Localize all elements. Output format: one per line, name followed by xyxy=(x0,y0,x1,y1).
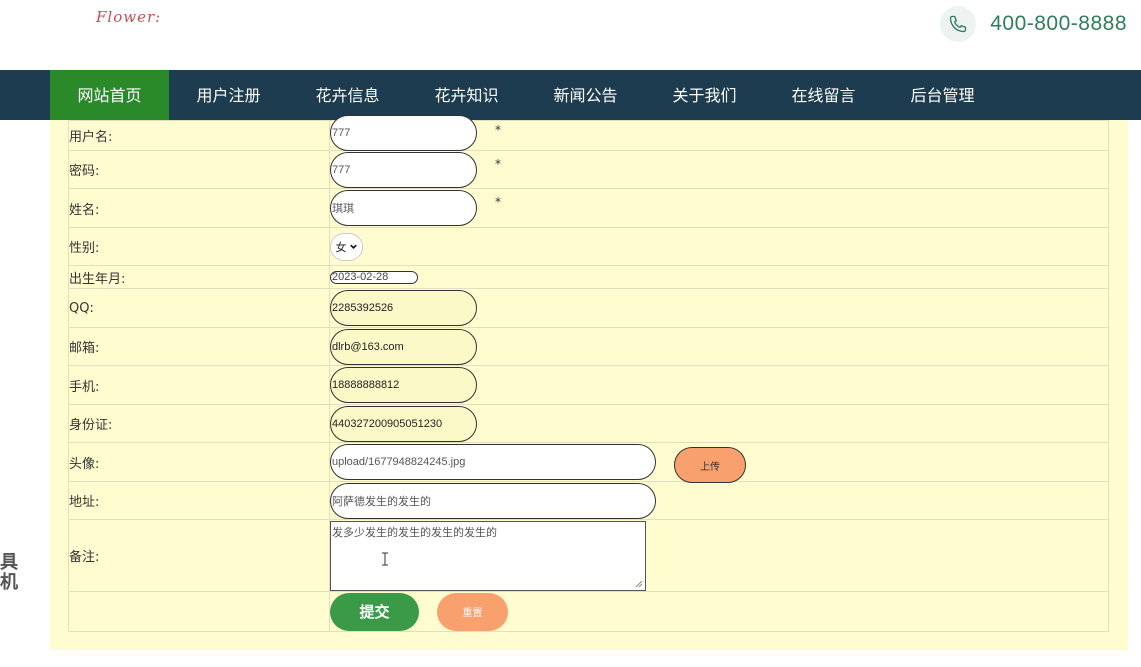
required-marker: * xyxy=(495,195,501,209)
notes-label: 备注: xyxy=(68,519,330,592)
birthdate-input[interactable]: 2023-02-28 xyxy=(330,270,418,284)
password-label: 密码: xyxy=(68,150,330,189)
nav-item-about[interactable]: 关于我们 xyxy=(645,70,764,120)
main-nav: 网站首页 用户注册 花卉信息 花卉知识 新闻公告 关于我们 在线留言 后台管理 xyxy=(0,70,1141,120)
mobile-label: 手机: xyxy=(68,365,330,405)
username-label: 用户名: xyxy=(68,120,330,151)
required-marker: * xyxy=(495,157,501,171)
name-input[interactable]: 琪琪 xyxy=(330,190,477,226)
mobile-input[interactable]: 18888888812 xyxy=(330,367,477,403)
phone-icon xyxy=(940,6,977,42)
register-form-panel: 用户名: 777 * 密码: 777 * 姓名: 琪琪 * 性别: 女 出生年月… xyxy=(50,115,1128,650)
register-form: 用户名: 777 * 密码: 777 * 姓名: 琪琪 * 性别: 女 出生年月… xyxy=(68,115,1109,632)
avatar-path-input[interactable]: upload/1677948824245.jpg xyxy=(330,444,656,480)
gender-label: 性别: xyxy=(68,227,330,266)
email-input[interactable]: dlrb@163.com xyxy=(330,328,477,365)
nav-item-news[interactable]: 新闻公告 xyxy=(526,70,645,120)
name-label: 姓名: xyxy=(68,188,330,228)
site-logo[interactable]: Flower: xyxy=(96,8,161,26)
submit-button[interactable]: 提交 xyxy=(330,592,419,631)
nav-item-register[interactable]: 用户注册 xyxy=(169,70,288,120)
nav-item-message[interactable]: 在线留言 xyxy=(764,70,883,120)
chevron-down-icon xyxy=(349,244,357,249)
password-input[interactable]: 777 xyxy=(330,151,477,188)
birthdate-label: 出生年月: xyxy=(68,265,330,289)
qq-input[interactable]: 2285392526 xyxy=(330,290,477,326)
reset-button[interactable]: 重置 xyxy=(437,592,508,631)
address-label: 地址: xyxy=(68,481,330,520)
notes-textarea[interactable]: 发多少发生的发生的发生的发生的 xyxy=(330,520,646,591)
nav-item-flower-info[interactable]: 花卉信息 xyxy=(288,70,407,120)
resize-grip-icon[interactable] xyxy=(635,580,643,588)
phone-contact: 400-800-8888 xyxy=(940,6,1127,42)
required-marker: * xyxy=(495,123,501,137)
avatar-label: 头像: xyxy=(68,442,330,482)
idcard-input[interactable]: 440327200905051230 xyxy=(330,405,477,442)
nav-item-admin[interactable]: 后台管理 xyxy=(883,70,1002,120)
phone-number: 400-800-8888 xyxy=(990,12,1127,35)
top-bar: Flower: 400-800-8888 xyxy=(0,0,1141,70)
nav-item-home[interactable]: 网站首页 xyxy=(50,70,169,120)
text-cursor-icon xyxy=(382,552,388,565)
address-input[interactable]: 阿萨德发生的发生的 xyxy=(330,482,656,519)
qq-label: QQ: xyxy=(68,288,330,328)
username-input[interactable]: 777 xyxy=(330,115,477,151)
nav-item-flower-knowledge[interactable]: 花卉知识 xyxy=(407,70,526,120)
idcard-label: 身份证: xyxy=(68,404,330,443)
gender-select[interactable]: 女 xyxy=(330,232,363,261)
email-label: 邮箱: xyxy=(68,327,330,366)
side-decoration: 具 机 xyxy=(0,552,18,593)
upload-button[interactable]: 上传 xyxy=(674,447,746,483)
